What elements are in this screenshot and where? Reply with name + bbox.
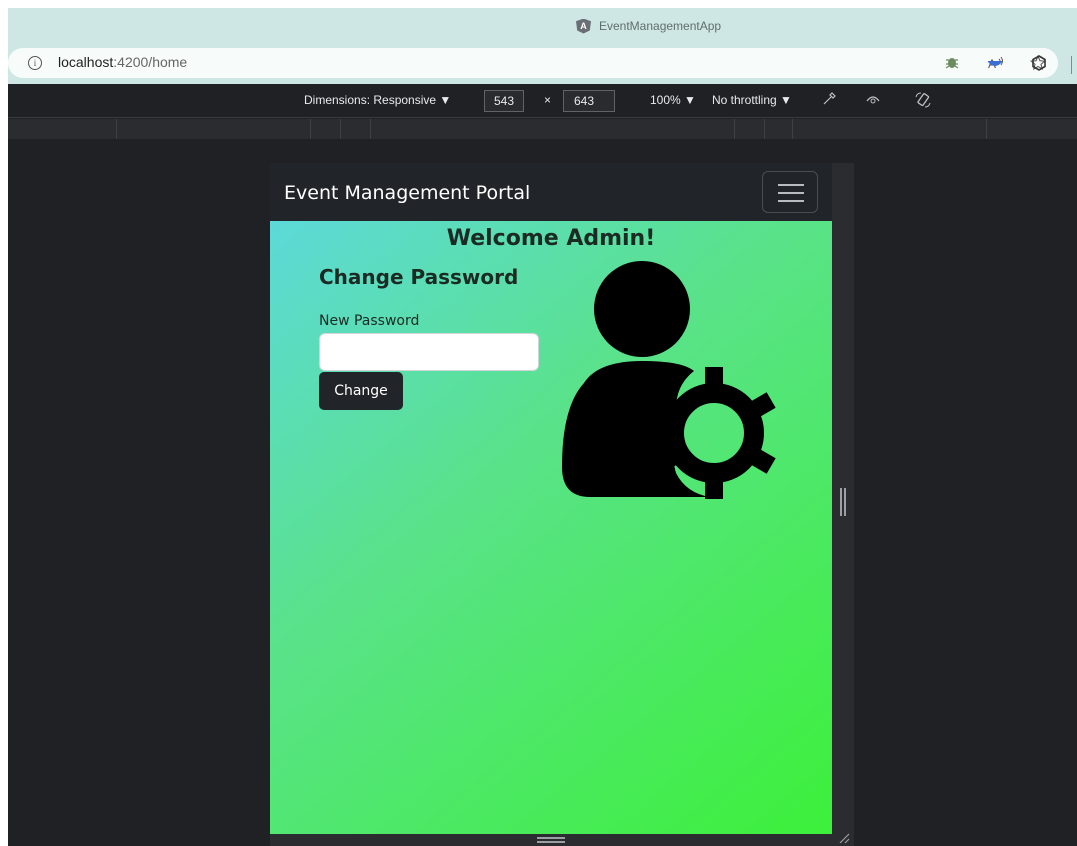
zoom-dropdown[interactable]: 100% ▼ xyxy=(650,93,696,107)
viewport-width-input[interactable]: 543 xyxy=(484,90,524,112)
new-password-input[interactable] xyxy=(319,333,539,371)
ruler-segment[interactable] xyxy=(986,119,987,139)
navbar-brand[interactable]: Event Management Portal xyxy=(284,182,530,204)
angular-logo-icon: A xyxy=(576,18,591,34)
ruler-segment[interactable] xyxy=(340,119,341,139)
vision-deficiency-icon[interactable] xyxy=(864,91,882,109)
ruler-segment[interactable] xyxy=(116,119,117,139)
user-gear-icon xyxy=(562,261,776,499)
ruler-segment[interactable] xyxy=(764,119,765,139)
toolbar-divider xyxy=(1071,56,1072,74)
rotate-icon[interactable] xyxy=(914,91,932,109)
eyedropper-icon[interactable] xyxy=(820,91,838,109)
ruler-segment[interactable] xyxy=(734,119,735,139)
url-host: localhost xyxy=(58,54,114,70)
hamburger-icon xyxy=(778,200,804,202)
main-content: Welcome Admin! Change Password New Passw… xyxy=(270,221,832,834)
navbar-toggle-button[interactable] xyxy=(762,171,818,213)
dimensions-dropdown[interactable]: Dimensions: Responsive ▼ xyxy=(304,93,451,107)
browser-window: A EventManagementApp i localhost:4200/ho… xyxy=(8,8,1077,846)
toolbar-extensions xyxy=(944,54,1048,76)
corner-resize-icon[interactable] xyxy=(838,832,852,844)
ruler-segment[interactable] xyxy=(792,119,793,139)
emulated-viewport: Event Management Portal Welcome Admin! C… xyxy=(270,163,832,834)
new-password-label: New Password xyxy=(319,313,420,329)
welcome-heading: Welcome Admin! xyxy=(446,226,656,251)
ruler-segment[interactable] xyxy=(370,119,371,139)
dimension-separator: × xyxy=(544,93,552,107)
viewport-height-input[interactable]: 643 xyxy=(563,90,615,112)
hamburger-icon xyxy=(778,184,804,186)
window-title: A EventManagementApp xyxy=(576,17,721,35)
info-icon[interactable]: i xyxy=(28,56,42,70)
url-text[interactable]: localhost:4200/home xyxy=(58,54,187,70)
collection-icon[interactable] xyxy=(986,54,1004,76)
copilot-icon[interactable] xyxy=(1030,54,1048,76)
address-row: i localhost:4200/home A xyxy=(8,44,1077,84)
resize-grip xyxy=(537,837,565,839)
address-bar[interactable]: i localhost:4200/home A xyxy=(8,48,1058,78)
window-title-text: EventManagementApp xyxy=(599,19,722,33)
throttling-dropdown[interactable]: No throttling ▼ xyxy=(712,93,792,107)
devtools-device-toolbar: Dimensions: Responsive ▼ 543 × 643 100% … xyxy=(8,84,1077,118)
hamburger-icon xyxy=(778,192,804,194)
ruler-segment[interactable] xyxy=(310,119,311,139)
title-bar: A EventManagementApp xyxy=(8,8,1077,44)
viewport-resize-handle-right[interactable] xyxy=(832,163,854,846)
media-query-ruler xyxy=(8,119,1077,139)
change-button[interactable]: Change xyxy=(319,372,403,410)
app-navbar: Event Management Portal xyxy=(270,163,832,221)
viewport-resize-handle-bottom[interactable] xyxy=(270,834,832,846)
change-password-title: Change Password xyxy=(319,265,519,289)
url-path: :4200/home xyxy=(113,54,188,70)
bug-icon[interactable] xyxy=(944,54,960,76)
resize-grip xyxy=(840,488,842,516)
